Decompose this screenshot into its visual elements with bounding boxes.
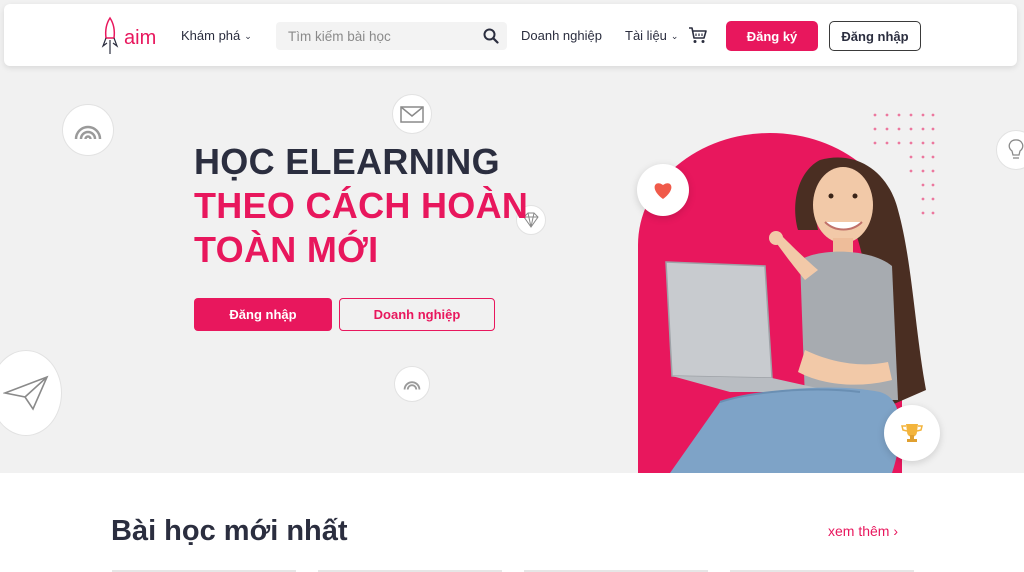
hero-title-line3: TOÀN MỚI bbox=[194, 229, 379, 270]
see-more-link[interactable]: xem thêm › bbox=[828, 523, 898, 539]
search-input[interactable] bbox=[276, 28, 466, 44]
section-title: Bài học mới nhất bbox=[111, 515, 348, 547]
trophy-icon bbox=[901, 424, 923, 442]
search-icon[interactable] bbox=[483, 28, 499, 44]
lightbulb-icon bbox=[996, 130, 1024, 170]
nav-docs-label: Tài liệu bbox=[625, 28, 667, 43]
hero-login-button[interactable]: Đăng nhập bbox=[194, 298, 332, 331]
nav-docs-menu[interactable]: Tài liệu ⌄ bbox=[625, 28, 678, 43]
hero-business-button[interactable]: Doanh nghiệp bbox=[339, 298, 495, 331]
top-navbar: aim Khám phá ⌄ Doanh nghiệp Tài liệu ⌄ Đ… bbox=[4, 4, 1017, 66]
register-button[interactable]: Đăng ký bbox=[726, 21, 818, 51]
logo-text: aim bbox=[124, 26, 157, 49]
hero-title: HỌC ELEARNING THEO CÁCH HOÀN TOÀN MỚI bbox=[194, 140, 528, 272]
nav-explore-label: Khám phá bbox=[181, 28, 241, 43]
heart-icon bbox=[654, 183, 672, 199]
nav-explore-menu[interactable]: Khám phá ⌄ bbox=[181, 28, 252, 43]
chevron-down-icon: ⌄ bbox=[244, 30, 252, 41]
login-button[interactable]: Đăng nhập bbox=[829, 21, 921, 51]
wifi-icon bbox=[62, 104, 114, 156]
nav-business-link[interactable]: Doanh nghiệp bbox=[521, 28, 602, 43]
hero-title-line2: THEO CÁCH HOÀN bbox=[194, 185, 529, 226]
heart-badge bbox=[637, 164, 689, 216]
trophy-badge bbox=[884, 405, 940, 461]
hero-title-line1: HỌC ELEARNING bbox=[194, 141, 500, 182]
rocket-logo-icon bbox=[101, 16, 119, 54]
latest-lessons-section: Bài học mới nhất xem thêm › bbox=[0, 473, 1024, 572]
search-box bbox=[276, 22, 507, 50]
site-logo[interactable]: aim bbox=[100, 16, 156, 56]
chevron-down-icon: ⌄ bbox=[670, 30, 679, 41]
cart-icon[interactable] bbox=[688, 25, 708, 45]
wifi-icon bbox=[394, 366, 430, 402]
paper-plane-icon bbox=[0, 350, 62, 436]
mail-icon bbox=[392, 94, 432, 134]
